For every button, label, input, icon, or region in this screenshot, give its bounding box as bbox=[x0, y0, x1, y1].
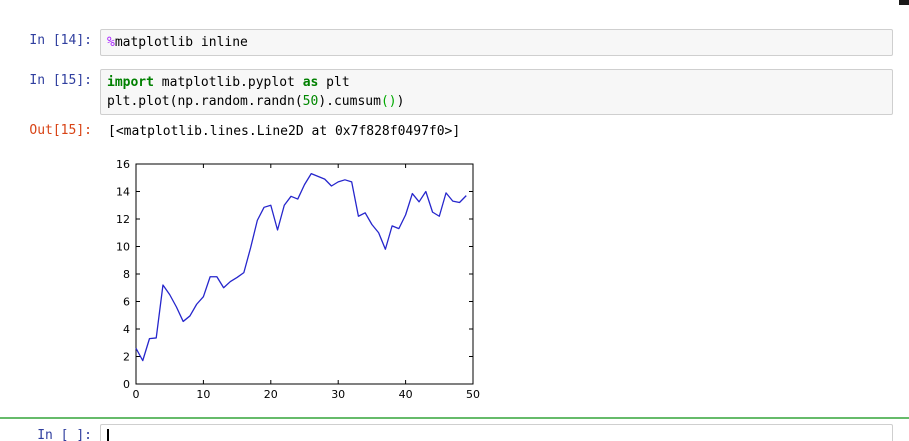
y-tick-label: 10 bbox=[116, 241, 130, 254]
input-prompt-15: In [15]: bbox=[29, 73, 92, 88]
text-cursor bbox=[107, 429, 109, 441]
code-input-14[interactable]: %matplotlib inline bbox=[100, 29, 893, 56]
empty-code-cell: In [ ]: bbox=[0, 424, 909, 441]
code-cell-14: In [14]: %matplotlib inline bbox=[0, 29, 909, 56]
output-cell-15: Out[15]: [<matplotlib.lines.Line2D at 0x… bbox=[0, 119, 909, 141]
y-tick-label: 6 bbox=[123, 296, 130, 309]
x-tick-label: 30 bbox=[331, 388, 345, 401]
output-repr-text: [<matplotlib.lines.Line2D at 0x7f828f049… bbox=[108, 124, 461, 139]
code-input-15[interactable]: import matplotlib.pyplot as plt plt.plot(… bbox=[100, 69, 893, 115]
y-tick-label: 0 bbox=[123, 378, 130, 391]
x-tick-label: 50 bbox=[466, 388, 480, 401]
x-tick-label: 10 bbox=[196, 388, 210, 401]
notebook-page: In [14]: %matplotlib inline In [15]: imp… bbox=[0, 0, 909, 441]
y-tick-label: 8 bbox=[123, 268, 130, 281]
x-tick-label: 40 bbox=[399, 388, 413, 401]
scrollbar-fragment[interactable] bbox=[899, 0, 909, 5]
y-tick-label: 2 bbox=[123, 351, 130, 364]
selected-cell-border bbox=[0, 417, 909, 419]
code-editor-15[interactable]: import matplotlib.pyplot as plt plt.plot(… bbox=[107, 73, 886, 111]
data-line bbox=[135, 172, 467, 362]
y-tick-label: 4 bbox=[123, 323, 130, 336]
y-tick-label: 16 bbox=[116, 158, 130, 171]
input-prompt-empty: In [ ]: bbox=[37, 428, 92, 441]
code-cell-15: In [15]: import matplotlib.pyplot as plt… bbox=[0, 69, 909, 115]
line-chart: 0 10 20 30 40 50 0 2 4 6 8 10 12 14 16 bbox=[116, 158, 480, 401]
y-tick-label: 12 bbox=[116, 213, 130, 226]
y-tick-label: 14 bbox=[116, 186, 130, 199]
output-prompt-15: Out[15]: bbox=[29, 123, 92, 138]
input-prompt-14: In [14]: bbox=[29, 33, 92, 48]
code-editor-14[interactable]: %matplotlib inline bbox=[107, 33, 886, 52]
matplotlib-figure: 0 10 20 30 40 50 0 2 4 6 8 10 12 14 16 bbox=[98, 150, 498, 402]
empty-code-input[interactable] bbox=[100, 424, 893, 441]
x-tick-label: 0 bbox=[133, 388, 140, 401]
x-tick-label: 20 bbox=[264, 388, 278, 401]
